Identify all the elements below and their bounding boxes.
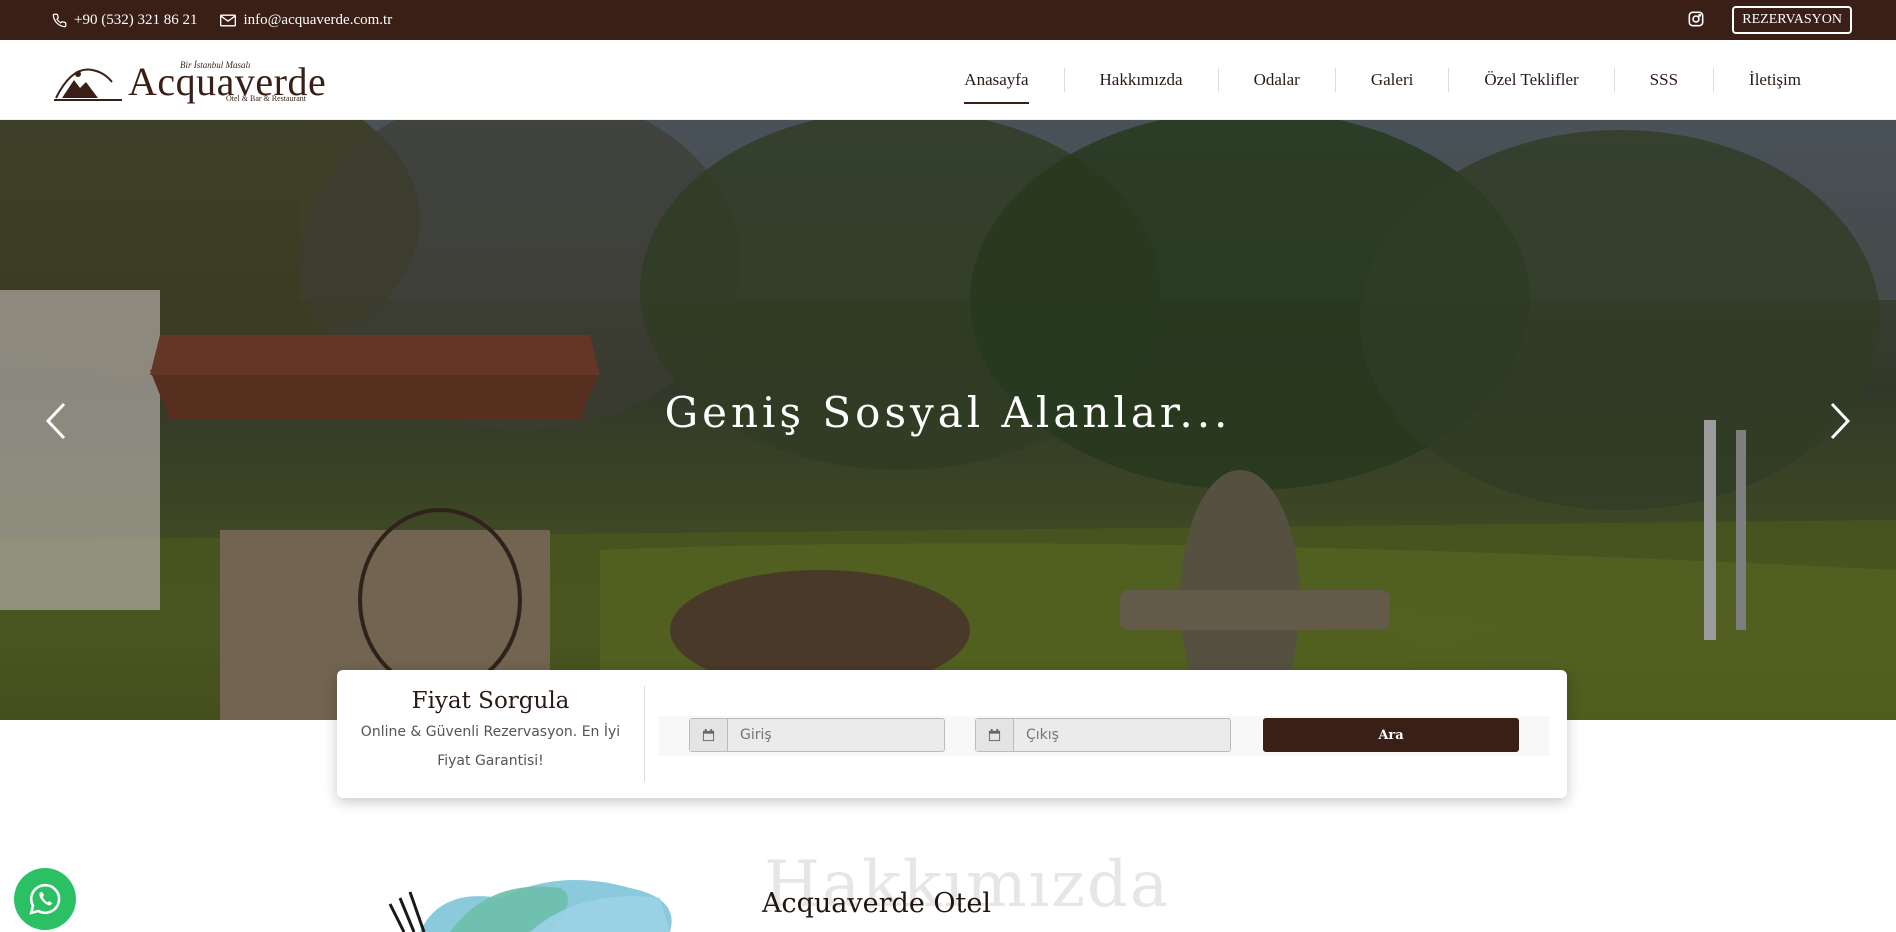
phone-number: +90 (532) 321 86 21 [74, 11, 198, 28]
checkin-input[interactable] [728, 719, 944, 751]
slider-prev-arrow[interactable] [36, 396, 76, 446]
instagram-icon[interactable] [1688, 11, 1706, 29]
main-nav: Anasayfa Hakkımızda Odalar Galeri Özel T… [929, 40, 1836, 120]
email-address: info@acquaverde.com.tr [243, 11, 393, 28]
nav-item-sss[interactable]: SSS [1613, 68, 1713, 92]
contact-info: +90 (532) 321 86 21 info@acquaverde.com.… [50, 11, 414, 29]
hero-title: Geniş Sosyal Alanlar... [664, 388, 1232, 437]
nav-item-anasayfa[interactable]: Anasayfa [929, 68, 1063, 104]
slider-next-arrow[interactable] [1820, 396, 1860, 446]
about-section: Hakkımızda Acquaverde Otel [0, 840, 1896, 932]
phone-icon [50, 11, 68, 29]
nav-item-ozel-teklifler[interactable]: Özel Teklifler [1448, 68, 1613, 92]
price-query-info: Fiyat Sorgula Online & Güvenli Rezervasy… [337, 686, 645, 782]
checkout-input[interactable] [1014, 719, 1230, 751]
chevron-left-icon [45, 402, 66, 440]
brush-stroke-illustration [388, 880, 672, 932]
calendar-icon [690, 719, 728, 751]
hero-slider: Geniş Sosyal Alanlar... [0, 120, 1896, 720]
top-bar: +90 (532) 321 86 21 info@acquaverde.com.… [0, 0, 1896, 40]
about-heading: Acquaverde Otel [762, 888, 991, 919]
chevron-right-icon [1830, 402, 1851, 440]
whatsapp-icon [29, 883, 61, 915]
nav-item-odalar[interactable]: Odalar [1217, 68, 1335, 92]
whatsapp-button[interactable] [14, 868, 76, 930]
logo[interactable]: Bir İstanbul Masalı Acquaverde Otel & Ba… [52, 58, 334, 104]
logo-mark [54, 68, 122, 101]
email-link[interactable]: info@acquaverde.com.tr [219, 11, 392, 29]
booking-form: Ara [659, 716, 1549, 756]
nav-item-iletisim[interactable]: İletişim [1713, 68, 1836, 92]
topbar-actions: REZERVASYON [1688, 6, 1852, 34]
price-query-card: Fiyat Sorgula Online & Güvenli Rezervasy… [337, 670, 1567, 798]
reservation-button[interactable]: REZERVASYON [1732, 6, 1852, 34]
calendar-icon [976, 719, 1014, 751]
price-query-title: Fiyat Sorgula [411, 688, 570, 714]
nav-item-galeri[interactable]: Galeri [1334, 68, 1448, 92]
search-button[interactable]: Ara [1263, 718, 1519, 752]
phone-link[interactable]: +90 (532) 321 86 21 [50, 11, 197, 29]
checkin-field[interactable] [689, 718, 945, 752]
nav-item-hakkimizda[interactable]: Hakkımızda [1063, 68, 1218, 92]
checkout-field[interactable] [975, 718, 1231, 752]
mail-icon [219, 11, 237, 29]
main-header: Bir İstanbul Masalı Acquaverde Otel & Ba… [0, 40, 1896, 120]
price-query-description: Online & Güvenli Rezervasyon. En İyi Fiy… [360, 724, 621, 769]
logo-subtitle: Otel & Bar & Restaurant [226, 94, 306, 103]
